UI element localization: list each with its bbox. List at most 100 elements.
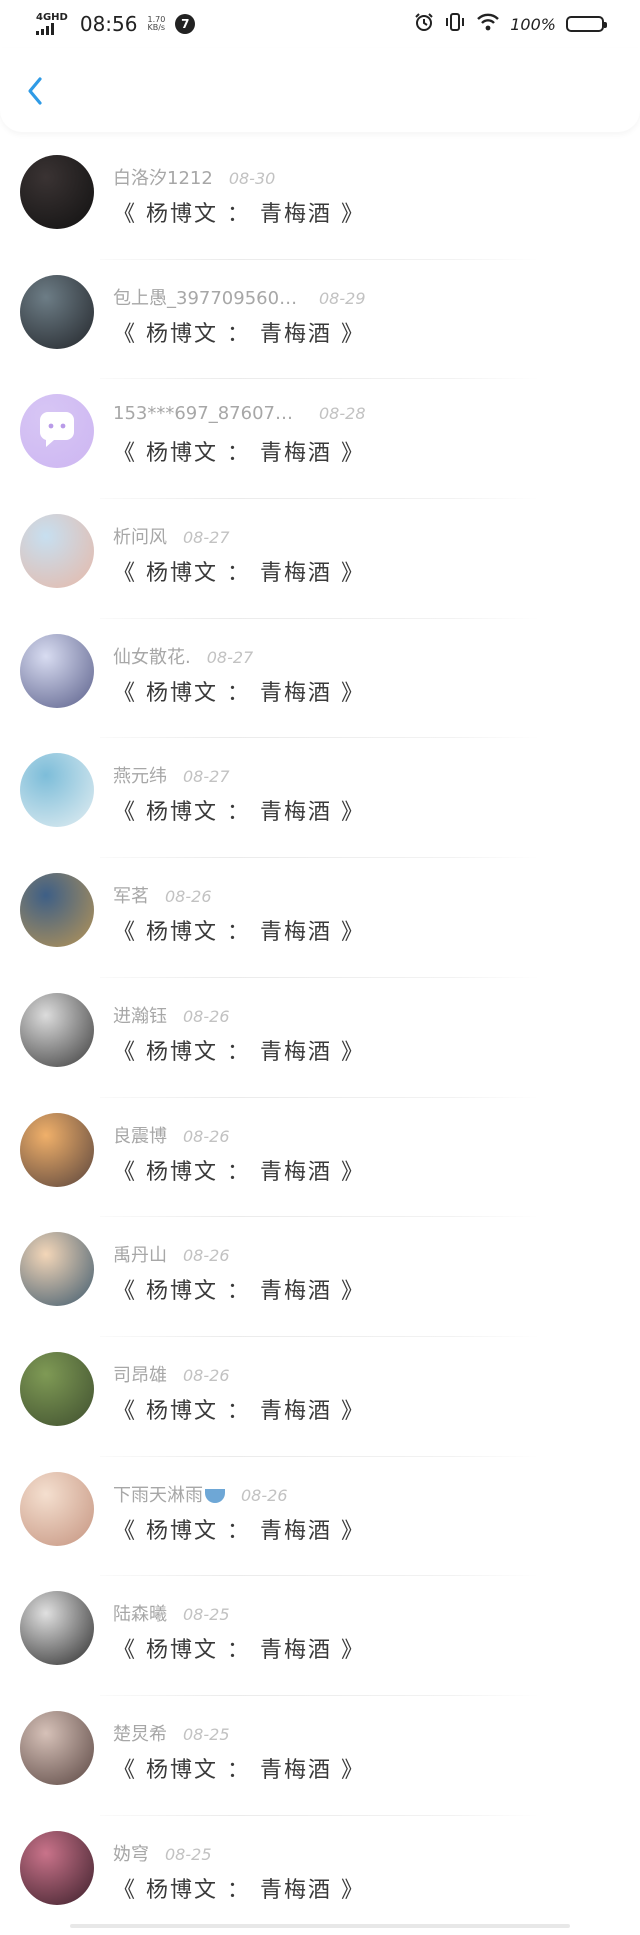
list-item[interactable]: 白洛汐1212 08-30 《 杨博文 ： 青梅酒 》 (0, 140, 640, 260)
avatar[interactable] (20, 514, 94, 589)
avatar[interactable] (20, 633, 94, 708)
clock: 08:56 (79, 12, 138, 36)
username[interactable]: 司昂雄 (113, 1361, 167, 1387)
username[interactable]: 妫穹 (113, 1840, 149, 1866)
network-indicator: 4GHD (36, 13, 68, 35)
comment-meta: 下雨天淋雨 08-26 (113, 1481, 288, 1507)
comment-date: 08-27 (206, 647, 254, 667)
network-type: 4GHD (36, 12, 68, 23)
comment-title: 《 杨博文 ： 青梅酒 》 (113, 680, 365, 706)
comment-title: 《 杨博文 ： 青梅酒 》 (113, 202, 365, 227)
chat-bubble-icon (39, 412, 74, 448)
comment-meta: 军茗 08-26 (113, 882, 212, 908)
comment-title: 《 杨博文 ： 青梅酒 》 (113, 920, 365, 946)
comment-date: 08-26 (241, 1485, 288, 1505)
list-item[interactable]: 燕元纬 08-27 《 杨博文 ： 青梅酒 》 (0, 738, 640, 859)
avatar[interactable] (20, 1710, 94, 1785)
comment-meta: 白洛汐1212 08-30 (113, 164, 275, 190)
bowl-emoji-icon (205, 1488, 225, 1503)
list-item[interactable]: 析问风 08-27 《 杨博文 ： 青梅酒 》 (0, 499, 640, 619)
comment-date: 08-26 (183, 1246, 230, 1266)
comment-title: 《 杨博文 ： 青梅酒 》 (113, 321, 365, 347)
username[interactable]: 禹丹山 (113, 1241, 167, 1267)
comment-title: 《 杨博文 ： 青梅酒 》 (113, 1877, 365, 1903)
username[interactable]: 军茗 (113, 882, 149, 908)
avatar[interactable] (20, 753, 94, 828)
username[interactable]: 153***697_8760743... (113, 403, 303, 424)
username[interactable]: 进瀚钰 (113, 1002, 167, 1028)
chevron-left-icon (28, 77, 42, 105)
username[interactable]: 楚炅希 (113, 1720, 167, 1746)
comment-date: 08-27 (183, 528, 230, 548)
list-item[interactable]: 司昂雄 08-26 《 杨博文 ： 青梅酒 》 (0, 1337, 640, 1457)
list-item[interactable]: 妫穹 08-25 《 杨博文 ： 青梅酒 》 (0, 1816, 640, 1935)
list-item[interactable]: 进瀚钰 08-26 《 杨博文 ： 青梅酒 》 (0, 978, 640, 1098)
wifi-icon (476, 12, 500, 36)
comment-date: 08-29 (319, 288, 366, 308)
avatar[interactable] (20, 1591, 94, 1666)
list-item[interactable]: 良震博 08-26 《 杨博文 ： 青梅酒 》 (0, 1098, 640, 1218)
comment-date: 08-30 (228, 169, 276, 188)
avatar[interactable] (20, 155, 94, 229)
username[interactable]: 良震博 (113, 1122, 167, 1148)
bottom-scroll-indicator (70, 1924, 570, 1928)
comment-date: 08-28 (319, 404, 366, 424)
avatar[interactable] (20, 394, 94, 469)
battery-icon (566, 16, 607, 32)
comment-date: 08-26 (165, 887, 212, 907)
comment-title: 《 杨博文 ： 青梅酒 》 (113, 1638, 365, 1664)
list-item[interactable]: 禹丹山 08-26 《 杨博文 ： 青梅酒 》 (0, 1217, 640, 1337)
avatar[interactable] (20, 274, 94, 349)
list-item[interactable]: 楚炅希 08-25 《 杨博文 ： 青梅酒 》 (0, 1696, 640, 1816)
comment-date: 08-25 (183, 1605, 230, 1625)
avatar[interactable] (20, 1112, 94, 1187)
comment-title: 《 杨博文 ： 青梅酒 》 (113, 800, 365, 826)
username[interactable]: 白洛汐1212 (113, 164, 213, 190)
comment-meta: 燕元纬 08-27 (113, 762, 230, 788)
comment-title: 《 杨博文 ： 青梅酒 》 (113, 1757, 365, 1783)
comment-meta: 153***697_8760743... 08-28 (113, 403, 366, 424)
username[interactable]: 下雨天淋雨 (113, 1481, 225, 1507)
username[interactable]: 析问风 (113, 523, 167, 549)
list-item[interactable]: 军茗 08-26 《 杨博文 ： 青梅酒 》 (0, 858, 640, 978)
network-speed-unit: KB/s (147, 23, 166, 32)
list-item[interactable]: 仙女散花. 08-27 《 杨博文 ： 青梅酒 》 (0, 619, 640, 739)
username[interactable]: 包上愚_3977095606... (113, 284, 303, 310)
list-item[interactable]: 153***697_8760743... 08-28 《 杨博文 ： 青梅酒 》 (0, 379, 640, 500)
comment-title: 《 杨博文 ： 青梅酒 》 (113, 1039, 365, 1065)
status-bar-right: 100% (414, 12, 607, 36)
username[interactable]: 陆森曦 (113, 1600, 167, 1626)
comment-date: 08-25 (183, 1724, 230, 1744)
comment-meta: 楚炅希 08-25 (113, 1720, 230, 1746)
battery-percent: 100% (510, 14, 556, 34)
network-speed: 1.70 KB/s (147, 15, 166, 33)
comment-meta: 司昂雄 08-26 (113, 1361, 230, 1387)
username[interactable]: 燕元纬 (113, 762, 167, 788)
avatar[interactable] (20, 1830, 94, 1905)
comment-title: 《 杨博文 ： 青梅酒 》 (113, 441, 365, 467)
avatar[interactable] (20, 873, 94, 948)
header (0, 48, 640, 132)
avatar[interactable] (20, 1471, 94, 1546)
comment-date: 08-26 (183, 1126, 230, 1146)
back-button[interactable] (20, 76, 50, 106)
comment-meta: 包上愚_3977095606... 08-29 (113, 284, 366, 310)
alarm-icon (414, 12, 434, 36)
username[interactable]: 仙女散花. (113, 643, 191, 669)
comment-meta: 析问风 08-27 (113, 523, 230, 549)
comment-meta: 陆森曦 08-25 (113, 1600, 230, 1626)
comment-meta: 禹丹山 08-26 (113, 1241, 230, 1267)
comment-meta: 仙女散花. 08-27 (113, 643, 253, 669)
list-item[interactable]: 陆森曦 08-25 《 杨博文 ： 青梅酒 》 (0, 1576, 640, 1696)
comment-title: 《 杨博文 ： 青梅酒 》 (113, 1398, 365, 1424)
comment-meta: 妫穹 08-25 (113, 1840, 212, 1866)
list-item[interactable]: 包上愚_3977095606... 08-29 《 杨博文 ： 青梅酒 》 (0, 260, 640, 380)
list-item[interactable]: 下雨天淋雨 08-26 《 杨博文 ： 青梅酒 》 (0, 1457, 640, 1577)
avatar[interactable] (20, 992, 94, 1067)
comment-meta: 良震博 08-26 (113, 1122, 230, 1148)
comment-list: 白洛汐1212 08-30 《 杨博文 ： 青梅酒 》 包上愚_39770956… (0, 140, 640, 1935)
status-bar-left: 4GHD 08:56 1.70 KB/s 7 (36, 12, 196, 36)
signal-icon (36, 23, 68, 35)
avatar[interactable] (20, 1351, 94, 1426)
avatar[interactable] (20, 1232, 94, 1307)
